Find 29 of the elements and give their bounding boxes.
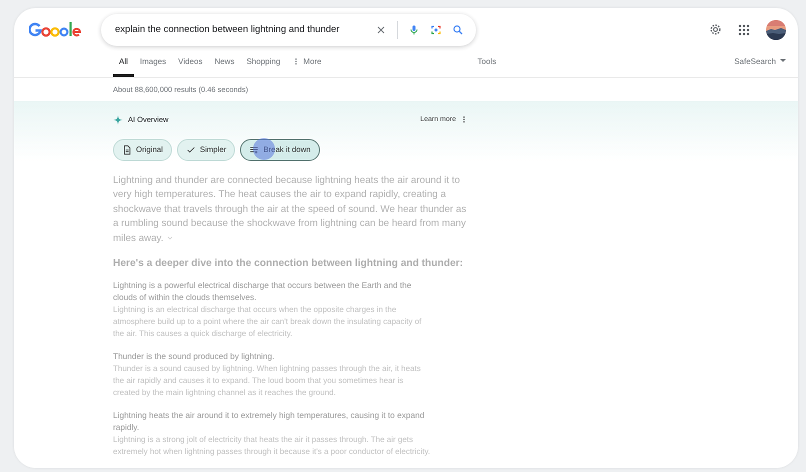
safesearch-dropdown[interactable]: SafeSearch <box>734 56 786 76</box>
list-icon <box>249 144 260 154</box>
search-tab[interactable]: More <box>286 56 328 76</box>
search-field[interactable]: explain the connection between lightning and thunder <box>101 14 476 46</box>
close-icon <box>375 24 387 36</box>
search-tab[interactable]: Videos <box>172 56 208 76</box>
point-detail: Lightning is an electrical discharge that occurs when the opposite charges in the atmosphere build up to a point where the air can't break down the insulating capacity of the air. This causes a quick discharge of electricity. <box>113 304 422 340</box>
check-icon <box>186 144 196 154</box>
settings-icon <box>709 23 722 36</box>
point-heading: Thunder is the sound produced by lightning. <box>113 350 276 362</box>
search-icon <box>452 24 464 36</box>
caret-icon <box>780 59 786 63</box>
summary-paragraph: Lightning and thunder are connected because lightning heats the air around it to very high temperatures. The heat causes the air to expand rapidly, creating a shockwave that travels through the air at the speed of sound. We hear thunder as a rumbling sound because the shockwave from lightning can be heard from many miles away. <box>113 174 468 246</box>
point-detail: Thunder is a sound caused by lightning. When lightning passes through the air, it heats the air rapidly and causes it to expand. The loud boom that you sometimes hear is created by the main lightning channel as it reaches the ground. <box>113 363 422 399</box>
microphone-icon <box>408 24 420 36</box>
point-heading: Lightning is a powerful electrical discharge that occurs between the Earth and the clouds of within the clouds themselves. <box>113 279 412 303</box>
document-icon <box>122 144 132 154</box>
search-tab[interactable]: Images <box>134 56 172 76</box>
point-heading: Lightning heats the air around it to extremely high temperatures, causing it to expand rapidly. <box>113 409 426 433</box>
section-heading: Here's a deeper dive into the connection between lightning and thunder: <box>113 258 464 269</box>
sparkle-icon <box>113 114 123 124</box>
camera-icon <box>430 24 442 36</box>
point-detail: Lightning is a strong jolt of electricity that heats the air it passes through. The air gets extremely hot when lightning passes through it because it's a poor conductor of electricity. <box>113 434 431 458</box>
chevron-down-icon <box>166 234 174 240</box>
search-tab[interactable]: News <box>208 56 240 76</box>
search-tab[interactable]: Shopping <box>240 56 286 76</box>
search-tab[interactable]: All <box>113 56 134 76</box>
apps-grid-icon <box>738 24 750 36</box>
tools-button[interactable]: Tools <box>478 56 496 76</box>
